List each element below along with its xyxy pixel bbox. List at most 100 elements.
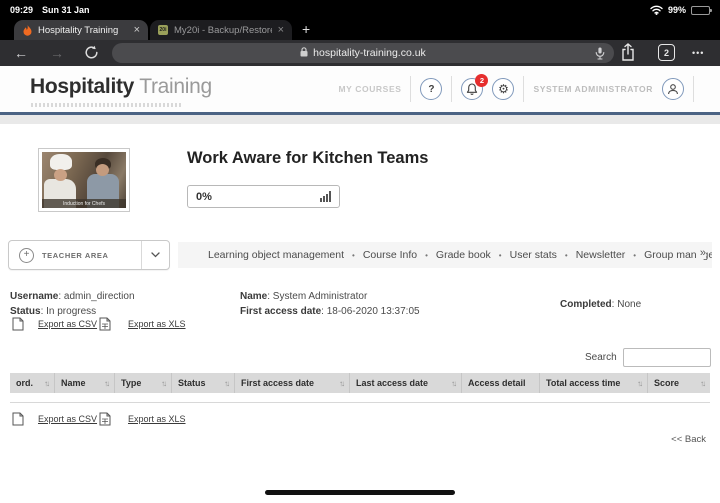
header-divider (410, 76, 411, 102)
csv-file-icon (12, 317, 24, 336)
tab-my20i[interactable]: 20i My20i - Backup/Restore × (150, 20, 292, 40)
export-xls-link[interactable]: Export as XLS (128, 414, 186, 424)
column-last-access-date[interactable]: Last access date↑↓ (350, 373, 462, 393)
status-date: Sun 31 Jan (42, 5, 90, 15)
nav-user-stats[interactable]: User stats (510, 249, 557, 261)
export-csv-link[interactable]: Export as CSV (38, 414, 97, 424)
new-tab-button[interactable]: + (302, 21, 310, 37)
url-text: hospitality-training.co.uk (313, 47, 426, 59)
site-logo[interactable]: Hospitality Training (30, 75, 212, 99)
flame-favicon (22, 25, 32, 35)
stats-table-header: ord.↑↓ Name↑↓ Type↑↓ Status↑↓ First acce… (10, 373, 710, 393)
search-input[interactable] (623, 348, 711, 367)
nav-course-info[interactable]: Course Info (363, 249, 417, 261)
question-icon: ? (428, 84, 434, 95)
csv-file-icon (12, 412, 24, 431)
back-button[interactable]: ← (14, 43, 28, 63)
url-bar[interactable]: hospitality-training.co.uk (112, 43, 614, 63)
user-info-col3: Completed: None (560, 297, 641, 312)
sort-icon: ↑↓ (696, 379, 704, 388)
close-tab-icon[interactable]: × (134, 25, 140, 36)
column-access-detail: Access detail (462, 373, 540, 393)
battery-icon (691, 6, 710, 15)
column-status[interactable]: Status↑↓ (172, 373, 235, 393)
course-thumbnail: Induction for Chefs (38, 148, 130, 212)
tab-switcher-button[interactable]: 2 (658, 44, 675, 61)
sort-icon: ↑↓ (157, 379, 165, 388)
thumbnail-caption: Induction for Chefs (42, 199, 126, 208)
header-sub-strip (0, 115, 720, 124)
chevron-down-icon (151, 252, 160, 258)
stats-bars-icon (320, 191, 331, 202)
my20i-favicon: 20i (158, 25, 168, 35)
wifi-icon (650, 5, 663, 15)
xls-file-icon (99, 317, 111, 336)
user-info-col1: Username: admin_direction Status: In pro… (10, 289, 135, 319)
teacher-area-button[interactable]: + TEACHER AREA (8, 240, 170, 270)
plus-circle-icon: + (19, 248, 34, 263)
site-header: Hospitality Training MY COURSES ? 2 ⚙ SY… (0, 66, 720, 112)
forward-button[interactable]: → (50, 43, 64, 63)
reload-button[interactable] (84, 45, 99, 65)
notification-badge: 2 (475, 74, 488, 87)
sort-icon: ↑↓ (633, 379, 641, 388)
export-csv-link[interactable]: Export as CSV (38, 319, 97, 329)
user-info-col2: Name: System Administrator First access … (240, 289, 420, 319)
status-bar: 09:29 Sun 31 Jan 99% (0, 0, 720, 20)
header-divider (693, 76, 694, 102)
back-link[interactable]: << Back (671, 434, 706, 445)
tab-title: Hospitality Training (38, 25, 128, 36)
share-icon[interactable] (620, 43, 636, 67)
nav-learning-object-management[interactable]: Learning object management (208, 249, 344, 261)
home-indicator (265, 490, 455, 495)
notifications-button[interactable]: 2 (461, 78, 483, 100)
tab-title: My20i - Backup/Restore (174, 25, 272, 36)
sort-icon: ↑↓ (335, 379, 343, 388)
column-name[interactable]: Name↑↓ (55, 373, 115, 393)
sort-icon: ↑↓ (100, 379, 108, 388)
logo-tagline (31, 103, 181, 107)
gear-icon: ⚙ (498, 83, 509, 95)
nav-grade-book[interactable]: Grade book (436, 249, 491, 261)
progress-value: 0% (196, 191, 212, 203)
column-first-access-date[interactable]: First access date↑↓ (235, 373, 350, 393)
browser-toolbar: ← → hospitality-training.co.uk 2 ••• (0, 40, 720, 66)
sort-icon: ↑↓ (447, 379, 455, 388)
column-total-access-time[interactable]: Total access time↑↓ (540, 373, 648, 393)
column-score[interactable]: Score↑↓ (648, 373, 710, 393)
admin-role-label: SYSTEM ADMINISTRATOR (533, 84, 653, 94)
table-bottom-border (10, 402, 710, 403)
column-type[interactable]: Type↑↓ (115, 373, 172, 393)
person-icon (667, 83, 679, 95)
battery-percent: 99% (668, 5, 686, 15)
clock: 09:29 (10, 5, 33, 15)
my-courses-link[interactable]: MY COURSES (338, 84, 401, 94)
sort-icon: ↑↓ (220, 379, 228, 388)
ipad-screen: 09:29 Sun 31 Jan 99% Hospitality Trainin… (0, 0, 720, 503)
course-nav: Learning object management • Course Info… (178, 242, 712, 268)
export-row-bottom: Export as CSV Export as XLS (0, 412, 720, 428)
settings-button[interactable]: ⚙ (492, 78, 514, 100)
tab-hospitality-training[interactable]: Hospitality Training × (14, 20, 148, 40)
progress-indicator: 0% (187, 185, 340, 208)
lock-icon (300, 44, 308, 62)
teacher-area-dropdown-toggle[interactable] (141, 241, 169, 269)
browser-menu-button[interactable]: ••• (692, 44, 704, 62)
nav-overflow-icon[interactable]: » (697, 247, 706, 259)
close-tab-icon[interactable]: × (278, 25, 284, 36)
microphone-icon[interactable] (595, 47, 605, 65)
column-ord[interactable]: ord.↑↓ (10, 373, 55, 393)
xls-file-icon (99, 412, 111, 431)
account-button[interactable] (662, 78, 684, 100)
export-row-top: Export as CSV Export as XLS (0, 317, 720, 333)
help-button[interactable]: ? (420, 78, 442, 100)
search-label: Search (585, 352, 617, 363)
search-row: Search (0, 348, 720, 368)
nav-newsletter[interactable]: Newsletter (576, 249, 626, 261)
page-title: Work Aware for Kitchen Teams (187, 149, 428, 168)
export-xls-link[interactable]: Export as XLS (128, 319, 186, 329)
sort-icon: ↑↓ (40, 379, 48, 388)
header-divider (451, 76, 452, 102)
header-divider (523, 76, 524, 102)
browser-tab-bar: Hospitality Training × 20i My20i - Backu… (0, 20, 720, 40)
